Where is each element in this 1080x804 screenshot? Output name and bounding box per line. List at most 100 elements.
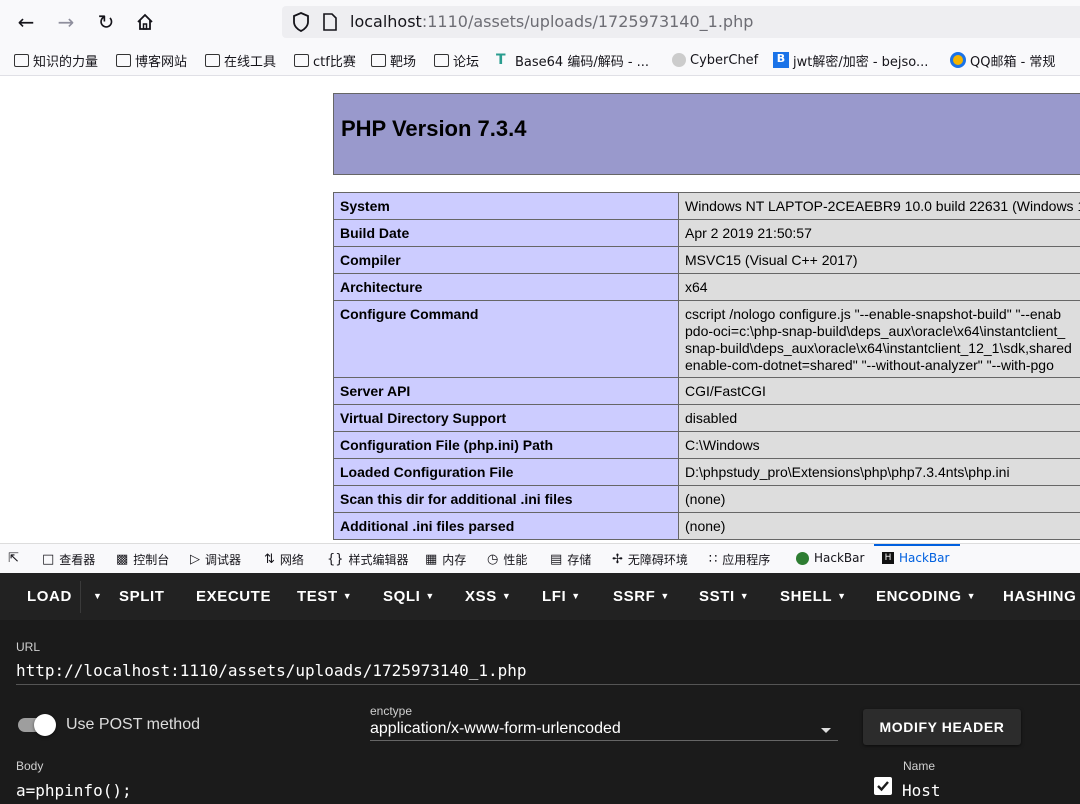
phpinfo-key: Additional .ini files parsed — [333, 512, 679, 540]
caret-down-icon: ▼ — [571, 591, 581, 601]
tab-accessibility[interactable]: ✢ 无障碍环境 — [612, 551, 688, 568]
bookmark-folder[interactable]: 在线工具 — [205, 51, 276, 70]
phpinfo-value: (none) — [678, 512, 1080, 540]
tab-inspector[interactable]: □ 查看器 — [42, 551, 95, 568]
host-header-checkbox[interactable] — [874, 777, 892, 795]
phpinfo-value-line: enable-com-dotnet=shared" "--without-ana… — [685, 357, 1054, 373]
phpinfo-value: disabled — [678, 404, 1080, 432]
phpinfo-value: (none) — [678, 485, 1080, 513]
tab-application[interactable]: ∷ 应用程序 — [709, 551, 770, 568]
tab-memory[interactable]: ▦ 内存 — [425, 551, 466, 568]
menu-encoding[interactable]: ENCODING ▼ — [876, 588, 976, 605]
menu-label: ENCODING — [876, 588, 962, 605]
menu-ssrf[interactable]: SSRF ▼ — [613, 588, 670, 605]
tab-storage[interactable]: ▤ 存储 — [550, 551, 591, 568]
reload-icon[interactable]: ↻ — [92, 8, 120, 36]
caret-down-icon: ▼ — [739, 591, 750, 601]
phpinfo-value: C:\Windows — [678, 431, 1080, 459]
phpinfo-key: Scan this dir for additional .ini files — [333, 485, 679, 513]
folder-icon — [14, 53, 29, 67]
tab-label: 网络 — [279, 553, 304, 567]
bookmark-cyberchef[interactable]: CyberChef — [672, 51, 758, 69]
browser-toolbar: ← → ↻ localhost:1110/assets/uploads/1725… — [0, 0, 1080, 44]
phpinfo-key: Virtual Directory Support — [333, 404, 679, 432]
menu-hashing[interactable]: HASHING▼ — [1003, 588, 1080, 605]
phpinfo-value: Apr 2 2019 21:50:57 — [678, 219, 1080, 247]
bookmark-folder[interactable]: ctf比赛 — [294, 51, 356, 70]
divider — [80, 581, 81, 613]
phpinfo-row: Compiler MSVC15 (Visual C++ 2017) — [333, 246, 1080, 274]
bookmark-label: jwt解密/加密 - bejso... — [793, 54, 929, 70]
caret-down-icon: ▼ — [501, 591, 512, 601]
enctype-label: enctype — [370, 704, 413, 718]
enctype-select[interactable]: application/x-www-form-urlencoded — [370, 720, 621, 738]
url-input[interactable]: http://localhost:1110/assets/uploads/172… — [16, 661, 527, 680]
accessibility-icon: ✢ — [612, 552, 623, 567]
post-method-toggle[interactable] — [18, 714, 56, 736]
body-input[interactable]: a=phpinfo(); — [16, 781, 132, 800]
page-icon — [323, 13, 337, 31]
menu-label: TEST — [297, 588, 338, 605]
tab-console[interactable]: ▩ 控制台 — [116, 551, 169, 568]
menu-test[interactable]: TEST ▼ — [297, 588, 352, 605]
bookmark-folder[interactable]: 靶场 — [371, 51, 416, 70]
tab-label: HackBar — [899, 551, 950, 565]
menu-sqli[interactable]: SQLI ▼ — [383, 588, 435, 605]
tab-hackbar-legacy[interactable]: HackBar — [796, 551, 864, 565]
bookmark-folder[interactable]: 博客网站 — [116, 51, 188, 70]
tab-hackbar[interactable]: H HackBar — [882, 551, 949, 565]
bookmark-bejson[interactable]: Bjwt解密/加密 - bejso... — [773, 51, 929, 70]
page-content: PHP Version 7.3.4 System Windows NT LAPTO… — [0, 77, 1080, 543]
caret-down-icon: ▼ — [966, 591, 977, 601]
phpinfo-key: Server API — [333, 377, 679, 405]
tab-network[interactable]: ⇅ 网络 — [264, 551, 304, 568]
body-label: Body — [16, 759, 44, 773]
shield-icon[interactable] — [292, 12, 310, 32]
phpinfo-row: System Windows NT LAPTOP-2CEAEBR9 10.0 bu… — [333, 192, 1080, 220]
menu-ssti[interactable]: SSTI ▼ — [699, 588, 749, 605]
element-picker-icon[interactable]: ⇱ — [8, 551, 24, 566]
load-dropdown-caret[interactable]: ▼ — [88, 588, 103, 605]
tab-debugger[interactable]: ▷ 调试器 — [190, 551, 241, 568]
bookmark-qqmail[interactable]: QQ邮箱 - 常规 — [950, 51, 1055, 70]
menu-shell[interactable]: SHELL ▼ — [780, 588, 847, 605]
menu-lfi[interactable]: LFI ▼ — [542, 588, 581, 605]
header-name-input[interactable]: Host — [902, 781, 941, 800]
menu-split[interactable]: SPLIT — [119, 588, 165, 605]
bookmark-label: 论坛 — [453, 54, 480, 70]
bookmark-folder[interactable]: 知识的力量 — [14, 51, 98, 70]
menu-load[interactable]: LOAD — [27, 588, 72, 605]
tab-performance[interactable]: ◷ 性能 — [487, 551, 527, 568]
phpinfo-value: D:\phpstudy_pro\Extensions\php\php7.3.4n… — [678, 458, 1080, 486]
caret-down-icon: ▼ — [837, 591, 847, 601]
bookmark-label: 博客网站 — [135, 54, 188, 70]
folder-icon — [434, 53, 449, 67]
tab-label: 查看器 — [59, 553, 96, 567]
enctype-underline — [370, 740, 838, 741]
bookmark-folder[interactable]: 论坛 — [434, 51, 480, 70]
menu-xss[interactable]: XSS ▼ — [465, 588, 511, 605]
home-icon[interactable] — [131, 8, 159, 36]
dropdown-arrow-icon[interactable] — [821, 728, 831, 733]
menu-label: XSS — [465, 588, 497, 605]
bookmark-base64[interactable]: T Base64 编码/解码 - ... — [496, 51, 649, 70]
post-method-label: Use POST method — [66, 716, 200, 733]
caret-down-icon: ▼ — [660, 591, 670, 601]
back-arrow-icon[interactable]: ← — [12, 8, 40, 36]
toggle-knob — [34, 714, 56, 736]
tab-style-editor[interactable]: {} 样式编辑器 — [327, 551, 409, 568]
phpinfo-key: Build Date — [333, 219, 679, 247]
url-host: localhost — [350, 12, 422, 31]
forward-arrow-icon[interactable]: → — [52, 8, 80, 36]
tab-label: 性能 — [503, 553, 528, 567]
address-url[interactable]: localhost:1110/assets/uploads/1725973140… — [350, 12, 753, 31]
modify-header-button[interactable]: MODIFY HEADER — [863, 709, 1021, 745]
address-bar[interactable]: localhost:1110/assets/uploads/1725973140… — [282, 6, 1080, 38]
tab-label: 样式编辑器 — [348, 553, 409, 567]
tab-label: 内存 — [442, 553, 467, 567]
phpinfo-key: Architecture — [333, 273, 679, 301]
menu-execute[interactable]: EXECUTE — [196, 588, 271, 605]
menu-label: HASHING — [1003, 588, 1077, 605]
tab-label: 应用程序 — [722, 553, 771, 567]
bookmarks-bar: 知识的力量 博客网站 在线工具 ctf比赛 靶场 论坛 T Base64 编码/解… — [0, 44, 1080, 76]
